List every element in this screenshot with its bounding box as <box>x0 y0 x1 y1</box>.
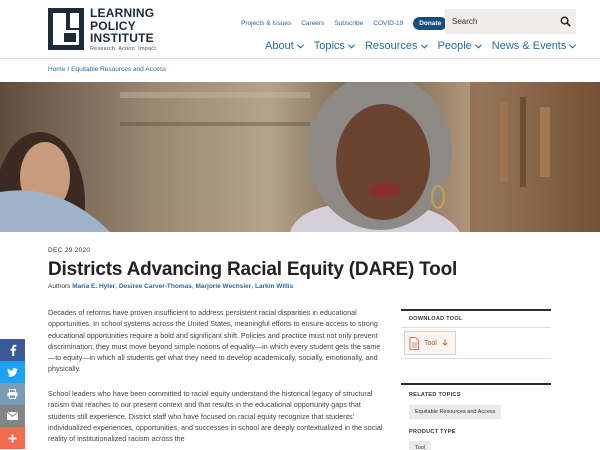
breadcrumb: Home / Equitable Resources and Access <box>48 66 166 73</box>
search-icon[interactable] <box>560 16 571 27</box>
nav-label: Topics <box>313 40 345 52</box>
share-email-button[interactable] <box>0 405 25 427</box>
chevron-down-icon <box>420 43 428 49</box>
logo-mark[interactable] <box>48 8 84 50</box>
share-facebook-button[interactable] <box>0 339 25 361</box>
breadcrumb-current[interactable]: Equitable Resources and Access <box>71 66 166 73</box>
print-icon <box>7 389 18 399</box>
publish-date: DEC 29 2020 <box>48 247 91 254</box>
nav-item-resources[interactable]: Resources <box>365 40 428 52</box>
sidebar-divider <box>401 383 551 385</box>
search-input[interactable] <box>452 15 552 28</box>
download-arrow-icon <box>442 339 448 346</box>
product-type-tag[interactable]: Tool <box>409 441 432 450</box>
util-link-covid[interactable]: COVID-19 <box>373 20 403 27</box>
site-header: LEARNING POLICY INSTITUTE Research. Acti… <box>0 0 600 58</box>
related-topics-heading: RELATED TOPICS <box>409 392 461 398</box>
util-link-projects[interactable]: Projects & Issues <box>241 20 291 27</box>
donate-button[interactable]: Donate <box>413 17 448 30</box>
email-icon <box>7 412 18 420</box>
header-divider <box>0 58 600 59</box>
nav-label: People <box>437 40 472 52</box>
related-topic-tag[interactable]: Equitable Resources and Access <box>409 405 502 419</box>
nav-item-about[interactable]: About <box>265 40 304 52</box>
chevron-down-icon <box>569 43 577 49</box>
author-link[interactable]: Larkin Willis <box>255 283 293 290</box>
share-more-button[interactable] <box>0 427 25 449</box>
article-paragraph: Decades of reforms have proven insuffici… <box>48 308 381 374</box>
search-box <box>445 9 576 34</box>
facebook-icon <box>10 344 16 356</box>
logo-tagline: Research. Action. Impact. <box>90 45 158 52</box>
main-nav: About Topics Resources People News & Eve… <box>265 40 577 52</box>
utility-nav: Projects & Issues Careers Subscribe COVI… <box>241 17 448 30</box>
util-link-careers[interactable]: Careers <box>301 20 324 27</box>
nav-item-people[interactable]: People <box>438 40 482 52</box>
share-print-button[interactable] <box>0 383 25 405</box>
plus-icon <box>8 434 17 442</box>
nav-label: About <box>265 40 294 52</box>
logo-line-1: LEARNING <box>90 6 155 20</box>
share-twitter-button[interactable] <box>0 361 25 383</box>
author-link[interactable]: Maria E. Hyler <box>72 283 115 290</box>
chevron-down-icon <box>347 43 355 49</box>
nav-item-news-events[interactable]: News & Events <box>492 40 577 52</box>
nav-item-topics[interactable]: Topics <box>314 40 355 52</box>
download-heading: DOWNLOAD TOOL <box>409 316 463 322</box>
article-paragraph: School leaders who have been committed t… <box>48 389 383 444</box>
hero-photo <box>0 82 600 232</box>
download-tool-button[interactable]: Tool <box>404 331 456 355</box>
chevron-down-icon <box>474 43 482 49</box>
nav-label: Resources <box>364 40 418 52</box>
authors-line: Authors Maria E. Hyler, Desiree Carver-T… <box>48 283 294 290</box>
hero-image <box>0 82 600 232</box>
author-link[interactable]: Marjorie Wechsler <box>195 283 251 290</box>
authors-label: Authors <box>48 283 71 290</box>
logo-line-3: INSTITUTE <box>90 31 154 45</box>
twitter-icon <box>7 367 18 377</box>
author-link[interactable]: Desiree Carver-Thomas <box>119 283 192 290</box>
document-icon <box>409 336 419 350</box>
breadcrumb-home[interactable]: Home <box>48 66 65 73</box>
sidebar-divider <box>401 309 551 311</box>
nav-label: News & Events <box>491 40 567 52</box>
chevron-down-icon <box>296 43 304 49</box>
breadcrumb-separator: / <box>67 66 70 73</box>
util-link-subscribe[interactable]: Subscribe <box>334 20 363 27</box>
page-title: Districts Advancing Racial Equity (DARE)… <box>48 259 458 280</box>
tool-label: Tool <box>424 339 437 347</box>
logo-wordmark[interactable]: LEARNING POLICY INSTITUTE Research. Acti… <box>90 7 158 52</box>
product-type-heading: PRODUCT TYPE <box>409 429 456 435</box>
